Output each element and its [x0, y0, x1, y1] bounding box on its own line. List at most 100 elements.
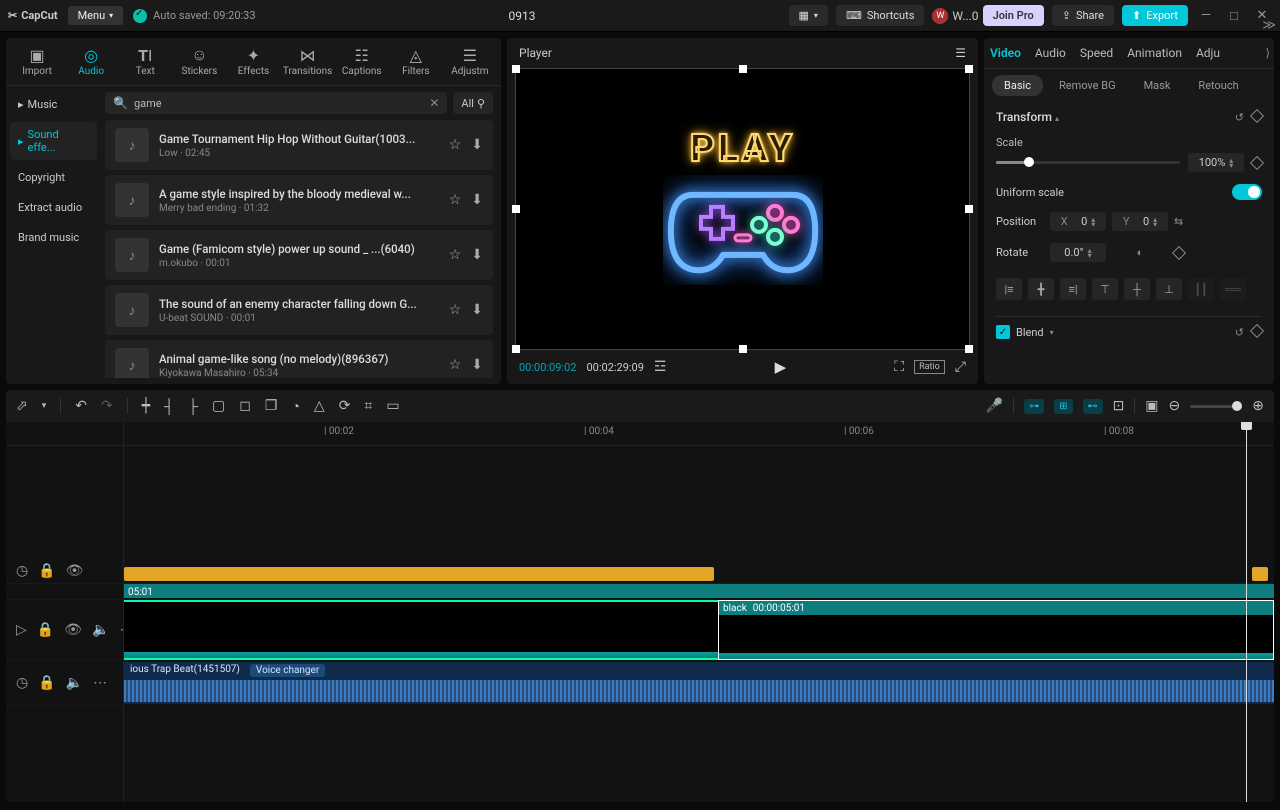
- marker-button[interactable]: ◻: [239, 398, 251, 414]
- speed-button[interactable]: ◔: [291, 398, 299, 415]
- audio-item[interactable]: ♪ A game style inspired by the bloody me…: [105, 175, 493, 225]
- position-x[interactable]: X 0▴▾: [1050, 212, 1106, 231]
- audio-item[interactable]: ♪ The sound of an enemy character fallin…: [105, 285, 493, 335]
- delete-button[interactable]: ▢: [212, 398, 225, 414]
- split-button[interactable]: ┿: [142, 398, 150, 414]
- rotate-button[interactable]: ⟳: [339, 398, 351, 414]
- nav-more-icon[interactable]: ≫: [1262, 18, 1276, 33]
- favorite-icon[interactable]: ☆: [449, 357, 462, 373]
- eye-icon[interactable]: 👁: [64, 622, 82, 638]
- nav-effects[interactable]: ✦Effects: [226, 44, 280, 79]
- position-y[interactable]: Y 0▴▾: [1112, 212, 1168, 231]
- download-icon[interactable]: ⬇: [471, 247, 483, 263]
- pointer-dropdown[interactable]: ▾: [42, 401, 47, 411]
- clock-icon[interactable]: ◷: [16, 675, 28, 691]
- rotate-value[interactable]: 0.0°▴▾: [1050, 243, 1106, 262]
- clock-icon[interactable]: ◷: [16, 563, 28, 579]
- favorite-icon[interactable]: ☆: [449, 247, 462, 263]
- keyframe-icon[interactable]: [1250, 155, 1264, 169]
- magnet-button[interactable]: ⊶: [1024, 399, 1044, 414]
- play-button[interactable]: ▶: [676, 358, 884, 376]
- nav-text[interactable]: TIText: [118, 44, 172, 79]
- minimize-button[interactable]: —: [1196, 8, 1216, 23]
- audio-lane[interactable]: ious Trap Beat(1451507)Voice changer: [124, 660, 1274, 706]
- align-right-button[interactable]: ≡|: [1060, 278, 1086, 300]
- subtab-retouch[interactable]: Retouch: [1186, 75, 1250, 96]
- align-top-button[interactable]: ⊤: [1092, 278, 1118, 300]
- fx-lane[interactable]: [124, 446, 1274, 584]
- lock-icon[interactable]: 🔒: [37, 622, 54, 638]
- redo-button[interactable]: ↷: [101, 398, 113, 414]
- fx-clip[interactable]: [124, 567, 714, 581]
- subtab-mask[interactable]: Mask: [1132, 75, 1183, 96]
- favorite-icon[interactable]: ☆: [449, 192, 462, 208]
- keyframe-icon[interactable]: [1250, 323, 1264, 337]
- download-icon[interactable]: ⬇: [471, 137, 483, 153]
- cat-copyright[interactable]: Copyright: [10, 165, 97, 190]
- prop-tab-animation[interactable]: Animation: [1127, 46, 1182, 60]
- cover-button[interactable]: ▣: [1145, 398, 1158, 414]
- lock-icon[interactable]: 🔒: [38, 675, 55, 691]
- prop-tab-audio[interactable]: Audio: [1035, 46, 1066, 60]
- audio-clip[interactable]: ious Trap Beat(1451507)Voice changer: [124, 662, 1274, 704]
- prop-tab-video[interactable]: Video: [990, 46, 1021, 60]
- player-viewport[interactable]: PLAY: [515, 68, 970, 350]
- crop-button[interactable]: ⌗: [364, 398, 372, 414]
- link-button[interactable]: ⊷: [1083, 399, 1103, 414]
- video-icon[interactable]: ▷: [16, 622, 27, 638]
- compare-icon[interactable]: ☲: [654, 359, 667, 375]
- subtab-removebg[interactable]: Remove BG: [1047, 75, 1128, 96]
- video-clip-2[interactable]: black00:00:05:01: [718, 600, 1274, 660]
- fullscreen-icon[interactable]: ⤢: [955, 359, 966, 375]
- playhead[interactable]: [1246, 422, 1247, 802]
- distribute-h-button[interactable]: ┃┃: [1188, 278, 1214, 300]
- more-icon[interactable]: ⋯: [93, 675, 107, 691]
- download-icon[interactable]: ⬇: [471, 192, 483, 208]
- menu-button[interactable]: Menu ▾: [68, 6, 124, 25]
- nav-adjust[interactable]: ☰Adjustm: [443, 44, 497, 79]
- freeze-button[interactable]: ▭: [386, 398, 399, 414]
- reset-icon[interactable]: ↺: [1235, 326, 1244, 339]
- filter-all-button[interactable]: All ⚲: [453, 92, 493, 114]
- cat-brand[interactable]: Brand music: [10, 225, 97, 250]
- player-menu-icon[interactable]: ☰: [955, 46, 966, 60]
- zoom-in-button[interactable]: ⊕: [1252, 398, 1264, 414]
- lock-icon[interactable]: 🔒: [38, 563, 55, 579]
- prop-tab-speed[interactable]: Speed: [1080, 46, 1113, 60]
- avatar[interactable]: W: [932, 8, 948, 24]
- download-icon[interactable]: ⬇: [471, 357, 483, 373]
- clear-icon[interactable]: ✕: [429, 96, 439, 110]
- undo-button[interactable]: ↶: [75, 398, 87, 414]
- scale-slider[interactable]: [996, 161, 1180, 164]
- join-pro-button[interactable]: Join Pro: [983, 5, 1044, 26]
- align-hcenter-button[interactable]: ╋: [1028, 278, 1054, 300]
- shortcuts-button[interactable]: ⌨ Shortcuts: [836, 5, 924, 26]
- trim-left-button[interactable]: ┤: [164, 398, 174, 415]
- snap-button[interactable]: ⊞: [1054, 399, 1072, 414]
- mirror-button[interactable]: △: [314, 398, 325, 414]
- subtab-basic[interactable]: Basic: [992, 75, 1043, 96]
- zoom-out-button[interactable]: ⊖: [1169, 398, 1181, 414]
- audio-item[interactable]: ♪ Game (Famicom style) power up sound _ …: [105, 230, 493, 280]
- nav-captions[interactable]: ☷Captions: [335, 44, 389, 79]
- reset-icon[interactable]: ↺: [1235, 111, 1244, 124]
- prop-tab-adjust[interactable]: Adju: [1196, 46, 1220, 60]
- ratio-button[interactable]: Ratio: [914, 360, 945, 374]
- mic-button[interactable]: 🎤: [986, 398, 1003, 414]
- link-xy-icon[interactable]: ⇆: [1174, 215, 1183, 228]
- mute-icon[interactable]: 🔈: [66, 675, 83, 691]
- blend-checkbox[interactable]: ✓: [996, 325, 1010, 339]
- align-vcenter-button[interactable]: ┼: [1124, 278, 1150, 300]
- share-button[interactable]: ⇪ Share: [1052, 5, 1114, 26]
- nav-stickers[interactable]: ☺Stickers: [172, 44, 226, 79]
- nav-import[interactable]: ▣Import: [10, 44, 64, 79]
- timeline-ruler[interactable]: | 00:02 | 00:04 | 00:06 | 00:08: [124, 422, 1274, 446]
- zoom-slider[interactable]: [1190, 405, 1242, 408]
- cat-sfx[interactable]: ▸Sound effe...: [10, 122, 97, 160]
- favorite-icon[interactable]: ☆: [449, 137, 462, 153]
- audio-item[interactable]: ♪ Game Tournament Hip Hop Without Guitar…: [105, 120, 493, 170]
- safezone-icon[interactable]: ⛶: [894, 359, 904, 375]
- scale-value[interactable]: 100%▴▾: [1188, 153, 1244, 172]
- prop-scroll-icon[interactable]: ⟩: [1265, 46, 1270, 60]
- search-box[interactable]: 🔍 ✕: [105, 92, 447, 114]
